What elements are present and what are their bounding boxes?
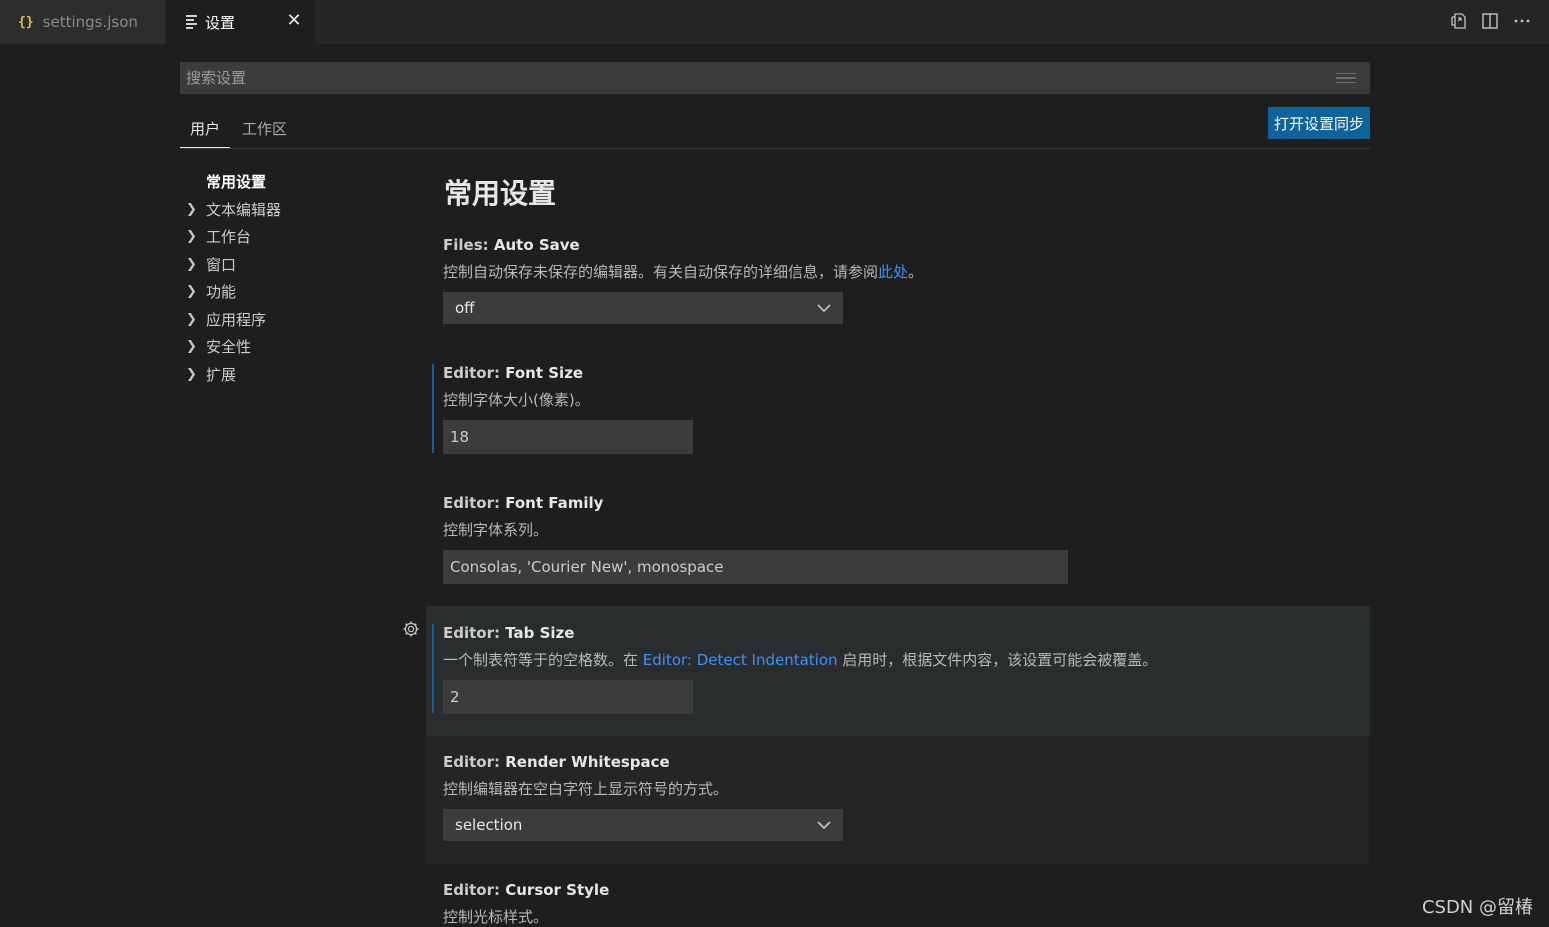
tab-user[interactable]: 用户 [180,118,231,148]
setting-description: 控制光标样式。 [443,908,549,926]
search-input[interactable] [180,68,1336,88]
toc-item-label: 扩展 [206,365,237,384]
split-editor-icon[interactable] [1481,10,1499,32]
tab-label: settings.json [42,13,138,31]
toc-item-features[interactable]: ❯ 功能 [186,278,386,306]
toc-item-label: 安全性 [206,338,252,357]
more-actions-icon[interactable] [1513,10,1531,32]
setting-description: 控制编辑器在空白字符上显示符号的方式。 [443,780,729,798]
setting-editor-tab-size: Editor: Tab Size 一个制表符等于的空格数。在 Editor: D… [403,606,1370,736]
setting-description: 控制字体大小(像素)。 [443,391,590,409]
chevron-right-icon: ❯ [186,311,197,327]
setting-title: Editor: Tab Size [443,624,575,642]
setting-files-auto-save: Files: Auto Save 控制自动保存未保存的编辑器。有关自动保存的详细… [426,236,1370,324]
modified-indicator [432,624,434,713]
here-link[interactable]: 此处 [878,263,908,281]
modified-indicator [432,364,434,453]
toc-item-label: 工作台 [206,228,252,247]
toc-item-label: 应用程序 [206,310,267,329]
setting-title: Editor: Font Size [443,364,584,382]
toc-item-label: 功能 [206,283,237,302]
setting-description: 一个制表符等于的空格数。在 Editor: Detect Indentation… [443,651,1158,669]
chevron-right-icon: ❯ [186,201,197,217]
chevron-down-icon [817,821,831,830]
toc-item-application[interactable]: ❯ 应用程序 [186,306,386,334]
setting-editor-font-family: Editor: Font Family 控制字体系列。 Consolas, 'C… [426,494,1370,584]
settings-toc: 常用设置 ❯ 文本编辑器 ❯ 工作台 ❯ 窗口 ❯ 功能 ❯ 应用程序 ❯ 安全性 ❯ 扩展 [186,168,386,388]
toc-item-security[interactable]: ❯ 安全性 [186,333,386,361]
clear-filter-icon[interactable] [1336,70,1356,87]
section-title: 常用设置 [444,177,557,210]
toc-item-label: 文本编辑器 [206,200,282,219]
font-family-input[interactable]: Consolas, 'Courier New', monospace [443,550,1068,584]
toc-item-label: 窗口 [206,255,237,274]
toc-item-label: 常用设置 [206,173,267,192]
settings-search-box [180,62,1370,94]
json-file-icon: {} [18,14,34,30]
setting-editor-render-whitespace: Editor: Render Whitespace 控制编辑器在空白字符上显示符… [426,736,1370,864]
tab-label: 设置 [205,13,236,32]
chevron-right-icon: ❯ [186,366,197,382]
render-whitespace-select[interactable]: selection [443,809,843,841]
tab-workspace[interactable]: 工作区 [232,118,297,148]
open-settings-json-icon[interactable] [1449,10,1467,32]
settings-editor-icon [186,13,197,32]
editor-tab-bar: {} settings.json 设置 ✕ [0,0,1549,44]
chevron-right-icon: ❯ [186,339,197,355]
tab-settings-json[interactable]: {} settings.json [0,0,165,44]
toc-item-workbench[interactable]: ❯ 工作台 [186,223,386,251]
chevron-right-icon: ❯ [186,229,197,245]
setting-title: Editor: Render Whitespace [443,753,670,771]
gear-icon[interactable] [402,620,420,638]
setting-editor-cursor-style: Editor: Cursor Style 控制光标样式。 [426,881,1370,927]
toc-item-extensions[interactable]: ❯ 扩展 [186,361,386,389]
setting-description: 控制自动保存未保存的编辑器。有关自动保存的详细信息，请参阅此处。 [443,263,924,281]
setting-editor-font-size: Editor: Font Size 控制字体大小(像素)。 18 [426,364,1370,454]
font-size-input[interactable]: 18 [443,420,693,454]
auto-save-select[interactable]: off [443,292,843,324]
setting-title: Editor: Font Family [443,494,604,512]
detect-indentation-link[interactable]: Editor: Detect Indentation [643,651,838,669]
tab-settings[interactable]: 设置 ✕ [166,0,315,44]
close-icon[interactable]: ✕ [285,12,303,30]
turn-on-settings-sync-button[interactable]: 打开设置同步 [1267,107,1370,139]
chevron-right-icon: ❯ [186,284,197,300]
setting-description: 控制字体系列。 [443,521,549,539]
toc-item-window[interactable]: ❯ 窗口 [186,251,386,279]
toc-item-text-editor[interactable]: ❯ 文本编辑器 [186,196,386,224]
scope-tabs: 用户 工作区 打开设置同步 [180,107,1370,149]
tab-size-input[interactable]: 2 [443,680,693,714]
setting-title: Editor: Cursor Style [443,881,610,899]
setting-title: Files: Auto Save [443,236,580,254]
editor-actions [1449,10,1531,32]
watermark: CSDN @留椿 [1421,897,1533,918]
chevron-right-icon: ❯ [186,256,197,272]
toc-item-common[interactable]: 常用设置 [186,168,386,196]
chevron-down-icon [817,304,831,313]
